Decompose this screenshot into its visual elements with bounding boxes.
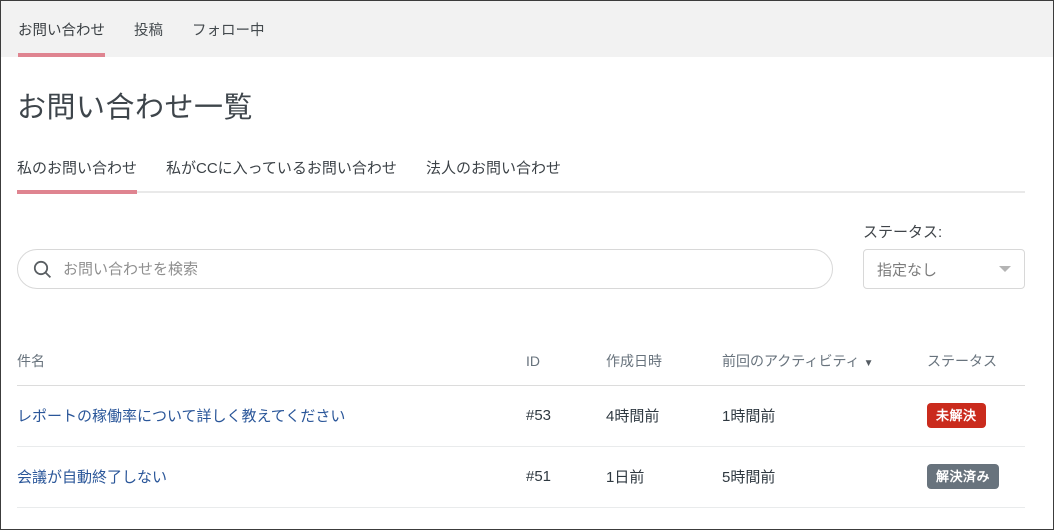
main-content: お問い合わせ一覧 私のお問い合わせ 私がCCに入っているお問い合わせ 法人のお問… xyxy=(1,84,1053,508)
request-id: #51 xyxy=(526,446,606,507)
request-filter-tabs: 私のお問い合わせ 私がCCに入っているお問い合わせ 法人のお問い合わせ xyxy=(17,157,1025,193)
request-link[interactable]: 会議が自動終了しない xyxy=(17,469,167,486)
tab-organization-requests[interactable]: 法人のお問い合わせ xyxy=(426,157,561,191)
search-box[interactable] xyxy=(17,249,833,289)
tab-cc-requests[interactable]: 私がCCに入っているお問い合わせ xyxy=(166,157,397,191)
header-last-activity-label: 前回のアクティビティ xyxy=(722,353,860,369)
page-title: お問い合わせ一覧 xyxy=(17,84,1025,126)
requests-table: 件名 ID 作成日時 前回のアクティビティ ▼ ステータス レポートの稼働率につい… xyxy=(17,337,1025,508)
top-nav: お問い合わせ 投稿 フォロー中 xyxy=(1,1,1053,57)
request-last-activity: 5時間前 xyxy=(722,446,927,507)
table-header-row: 件名 ID 作成日時 前回のアクティビティ ▼ ステータス xyxy=(17,337,1025,385)
request-link[interactable]: レポートの稼働率について詳しく教えてください xyxy=(17,408,345,425)
request-created: 4時間前 xyxy=(606,385,722,446)
status-filter: ステータス: 指定なし xyxy=(863,221,1025,289)
header-created: 作成日時 xyxy=(606,337,722,385)
sort-desc-icon: ▼ xyxy=(864,358,874,369)
request-created: 1日前 xyxy=(606,446,722,507)
status-select[interactable]: 指定なし xyxy=(863,249,1025,289)
search-icon xyxy=(33,260,52,279)
status-select-value: 指定なし xyxy=(877,259,937,280)
status-filter-label: ステータス: xyxy=(863,221,1025,242)
status-badge: 未解決 xyxy=(927,403,986,428)
tab-my-requests[interactable]: 私のお問い合わせ xyxy=(17,157,137,191)
chevron-down-icon xyxy=(999,266,1011,272)
help-center-window: お問い合わせ 投稿 フォロー中 お問い合わせ一覧 私のお問い合わせ 私がCCに入… xyxy=(0,0,1054,530)
header-status: ステータス xyxy=(927,337,1025,385)
request-id: #53 xyxy=(526,385,606,446)
search-input[interactable] xyxy=(63,261,817,278)
header-subject: 件名 xyxy=(17,337,526,385)
top-tab-following[interactable]: フォロー中 xyxy=(192,1,265,57)
status-badge: 解決済み xyxy=(927,464,999,489)
header-last-activity[interactable]: 前回のアクティビティ ▼ xyxy=(722,337,927,385)
table-row: レポートの稼働率について詳しく教えてください #53 4時間前 1時間前 未解決 xyxy=(17,385,1025,446)
top-tab-contributions[interactable]: 投稿 xyxy=(134,1,163,57)
table-row: 会議が自動終了しない #51 1日前 5時間前 解決済み xyxy=(17,446,1025,507)
controls-row: ステータス: 指定なし xyxy=(17,221,1025,289)
request-last-activity: 1時間前 xyxy=(722,385,927,446)
top-tab-requests[interactable]: お問い合わせ xyxy=(18,1,105,57)
header-id: ID xyxy=(526,337,606,385)
